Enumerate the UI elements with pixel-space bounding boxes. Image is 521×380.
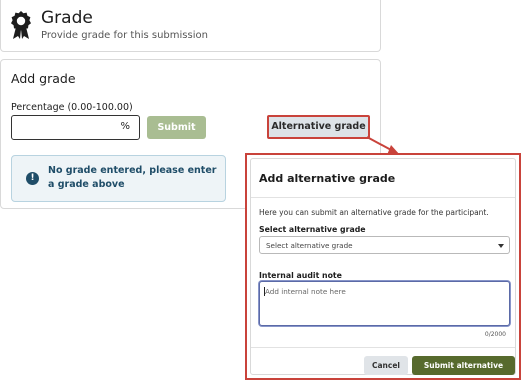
submit-alternative-grade-button[interactable]: Submit alternative grade xyxy=(412,356,515,375)
alternative-grade-button[interactable]: Alternative grade xyxy=(267,115,370,139)
percent-suffix: % xyxy=(120,121,130,132)
internal-audit-note-textarea[interactable]: Add internal note here xyxy=(259,281,510,326)
page-title: Grade xyxy=(41,8,93,28)
alternative-grade-select[interactable]: Select alternative grade xyxy=(259,236,510,254)
character-counter: 0/2000 xyxy=(484,331,506,338)
percentage-label: Percentage (0.00-100.00) xyxy=(11,102,133,113)
modal-description: Here you can submit an alternative grade… xyxy=(259,208,489,217)
percentage-input[interactable]: % xyxy=(11,115,140,140)
grade-header-card: Grade Provide grade for this submission xyxy=(0,0,381,52)
no-grade-alert: ! No grade entered, please enter a grade… xyxy=(11,155,226,202)
modal-header-divider xyxy=(251,197,515,198)
chevron-down-icon xyxy=(498,244,504,248)
page-subtitle: Provide grade for this submission xyxy=(41,30,208,41)
alternative-grade-modal: Add alternative grade Here you can submi… xyxy=(250,158,516,375)
internal-audit-note-label: Internal audit note xyxy=(259,271,342,280)
select-alternative-grade-label: Select alternative grade xyxy=(259,225,366,234)
textarea-placeholder: Add internal note here xyxy=(265,287,346,296)
alert-message: No grade entered, please enter a grade a… xyxy=(48,165,217,190)
cancel-button[interactable]: Cancel xyxy=(364,356,408,375)
award-ribbon-icon xyxy=(11,11,31,39)
modal-highlight-frame: Add alternative grade Here you can submi… xyxy=(245,153,521,380)
select-value: Select alternative grade xyxy=(266,241,353,250)
add-grade-heading: Add grade xyxy=(11,71,76,86)
submit-button[interactable]: Submit xyxy=(147,116,206,139)
modal-footer-divider xyxy=(251,347,515,348)
exclamation-circle-icon: ! xyxy=(26,172,39,185)
modal-title: Add alternative grade xyxy=(259,172,396,185)
